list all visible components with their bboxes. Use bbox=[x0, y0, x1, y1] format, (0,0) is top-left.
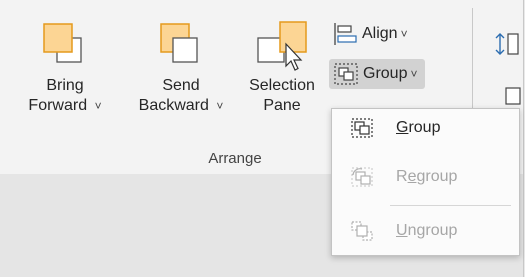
menu-item-ungroup-label: Ungroup bbox=[396, 222, 457, 240]
menu-item-regroup: Regroup bbox=[332, 158, 519, 196]
menu-item-regroup-label: Regroup bbox=[396, 168, 457, 186]
menu-item-group-label: Group bbox=[396, 119, 440, 137]
align-label: Align bbox=[362, 25, 398, 42]
group-button[interactable]: Group ˅ bbox=[329, 59, 426, 89]
selection-pane-icon bbox=[257, 21, 307, 71]
group-chevron-icon: ˅ bbox=[410, 67, 418, 81]
menu-item-ungroup: Ungroup bbox=[332, 212, 519, 250]
regroup-label-prefix: R bbox=[396, 168, 408, 185]
rotate-icon[interactable] bbox=[492, 30, 520, 58]
selection-pane-label-line1: Selection bbox=[249, 77, 315, 94]
regroup-icon bbox=[351, 167, 373, 187]
selection-pane-button[interactable]: Selection Pane bbox=[236, 20, 328, 116]
menu-item-group[interactable]: Group bbox=[332, 109, 519, 147]
group-access-key: G bbox=[396, 119, 409, 136]
ungroup-icon bbox=[351, 221, 373, 241]
bring-forward-icon bbox=[43, 23, 82, 63]
size-icon[interactable] bbox=[504, 86, 522, 108]
group-icon bbox=[334, 63, 358, 85]
bring-forward-label-line2: Forward bbox=[28, 97, 88, 114]
group-label: Group bbox=[363, 65, 408, 82]
send-backward-label-line1: Send bbox=[162, 77, 200, 94]
bring-forward-button[interactable]: Bring Forward ˅ bbox=[6, 20, 124, 116]
send-backward-chevron-icon[interactable]: ˅ bbox=[216, 99, 223, 113]
selection-pane-label-line2: Pane bbox=[263, 97, 301, 114]
ungroup-label-rest: ngroup bbox=[407, 222, 458, 239]
group-label-rest: roup bbox=[408, 119, 441, 136]
group-icon bbox=[351, 118, 373, 138]
align-chevron-icon: ˅ bbox=[400, 27, 408, 41]
align-button[interactable]: Align ˅ bbox=[332, 19, 408, 49]
menu-separator bbox=[390, 205, 511, 206]
send-backward-button[interactable]: Send Backward ˅ bbox=[122, 20, 240, 116]
bring-forward-label-line1: Bring bbox=[46, 77, 84, 94]
align-icon bbox=[334, 23, 357, 45]
group-dropdown-menu: Group Regroup Ungroup bbox=[331, 108, 520, 256]
send-backward-icon bbox=[160, 23, 198, 63]
send-backward-label-line2: Backward bbox=[138, 97, 209, 114]
bring-forward-chevron-icon[interactable]: ˅ bbox=[95, 99, 102, 113]
ungroup-access-key: U bbox=[396, 222, 408, 239]
regroup-label-rest: group bbox=[416, 168, 458, 185]
